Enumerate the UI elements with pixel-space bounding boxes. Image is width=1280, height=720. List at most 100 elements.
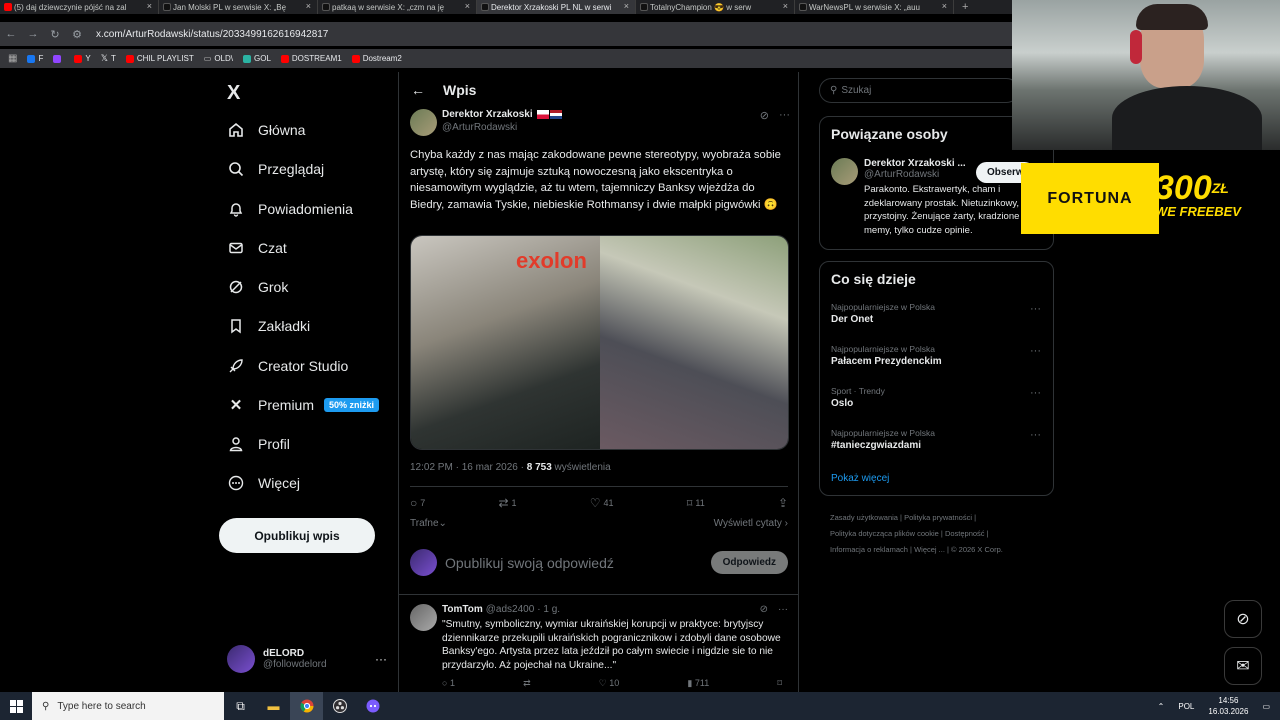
more-icon[interactable]: ··· bbox=[778, 604, 788, 615]
avatar[interactable] bbox=[410, 109, 437, 136]
sidebar-item-profile[interactable]: Profil bbox=[228, 436, 290, 452]
like-button[interactable]: ♡ 41 bbox=[590, 496, 614, 510]
reload-icon[interactable]: ↻ bbox=[44, 28, 66, 41]
x-logo-icon[interactable]: X bbox=[227, 82, 240, 105]
like-button[interactable]: ♡ 10 bbox=[599, 678, 620, 689]
sidebar-item-grok[interactable]: Grok bbox=[228, 279, 288, 295]
close-icon[interactable]: × bbox=[624, 1, 629, 11]
file-explorer-icon[interactable]: ▬ bbox=[257, 692, 290, 720]
reply-submit-button[interactable]: Odpowiedz bbox=[710, 551, 788, 574]
reply-post[interactable]: TomTom @ads2400 · 1 g. ⊘ ··· "Smutny, sy… bbox=[410, 604, 788, 689]
browser-tab[interactable]: patkaą w serwisie X: „czm na ję × bbox=[318, 0, 477, 14]
bookmark-item[interactable] bbox=[53, 54, 64, 63]
reply-author-name[interactable]: TomTom bbox=[442, 604, 483, 615]
trend-item[interactable]: Najpopularniejsze w Polska Pałacem Prezy… bbox=[831, 344, 1041, 367]
discord-icon[interactable] bbox=[356, 692, 389, 720]
back-icon[interactable]: ← bbox=[0, 28, 22, 40]
trend-item[interactable]: Najpopularniejsze w Polska #tanieczgwiaz… bbox=[831, 428, 1041, 451]
bookmark-item[interactable]: Dostream2 bbox=[351, 54, 402, 63]
more-icon[interactable]: ··· bbox=[375, 652, 387, 666]
show-more-link[interactable]: Pokaż więcej bbox=[831, 473, 889, 484]
url-field[interactable]: x.com/ArturRodawski/status/2033499162616… bbox=[96, 29, 328, 40]
close-icon[interactable]: × bbox=[783, 1, 788, 11]
reply-input[interactable]: Opublikuj swoją odpowiedź bbox=[445, 555, 711, 571]
views-button[interactable]: ▮ 711 bbox=[687, 678, 709, 689]
browser-tab-active[interactable]: Derektor Xrzakoski PL NL w serwi × bbox=[477, 0, 636, 14]
more-icon[interactable]: ··· bbox=[1030, 345, 1041, 357]
bookmark-item[interactable]: F bbox=[27, 54, 43, 63]
author-name[interactable]: Derektor Xrzakoski bbox=[442, 109, 760, 120]
more-icon[interactable]: ··· bbox=[1030, 303, 1041, 315]
reply-button[interactable]: ○ 1 bbox=[442, 678, 455, 689]
footer-link[interactable]: Dostępność bbox=[945, 529, 985, 538]
view-quotes-link[interactable]: Wyświetl cytaty › bbox=[714, 518, 788, 529]
trend-item[interactable]: Sport · Trendy Oslo bbox=[831, 386, 1041, 409]
bookmark-item[interactable]: GOL bbox=[243, 54, 271, 63]
reply-author-handle[interactable]: @ads2400 bbox=[486, 604, 535, 615]
sort-dropdown[interactable]: Trafne⌄ bbox=[410, 518, 447, 529]
sidebar-item-creator-studio[interactable]: Creator Studio bbox=[228, 358, 348, 374]
browser-tab[interactable]: TotalnyChampion 😎 w serw × bbox=[636, 0, 795, 14]
bookmark-item[interactable]: CHIL PLAYLIST bbox=[125, 54, 194, 63]
notifications-icon[interactable]: ▭ bbox=[1262, 702, 1270, 711]
chrome-icon[interactable] bbox=[290, 692, 323, 720]
windows-start-icon[interactable] bbox=[0, 699, 32, 713]
close-icon[interactable]: × bbox=[147, 1, 152, 11]
bookmark-button[interactable]: ⌑ 11 bbox=[687, 496, 705, 510]
grok-icon[interactable]: ⊘ bbox=[760, 604, 768, 615]
sidebar-item-more[interactable]: Więcej bbox=[228, 475, 300, 491]
repost-button[interactable]: ⇄ 1 bbox=[498, 496, 516, 510]
reply-button[interactable]: ○ 7 bbox=[410, 496, 425, 510]
footer-link[interactable]: Informacja o reklamach bbox=[830, 545, 908, 554]
site-info-icon[interactable]: ⚙ bbox=[66, 28, 88, 41]
obs-icon[interactable] bbox=[323, 692, 356, 720]
apps-grid-icon[interactable]: ▦ bbox=[8, 53, 17, 64]
more-icon[interactable]: ··· bbox=[1030, 387, 1041, 399]
clock[interactable]: 14:56 16.03.2026 bbox=[1208, 695, 1248, 717]
close-icon[interactable]: × bbox=[306, 1, 311, 11]
footer-link[interactable]: Więcej ... bbox=[914, 545, 945, 554]
more-icon[interactable]: ··· bbox=[1030, 429, 1041, 441]
repost-button[interactable]: ⇄ bbox=[523, 678, 531, 689]
taskbar-search-input[interactable]: ⚲ Type here to search bbox=[32, 692, 224, 720]
sidebar-item-bookmarks[interactable]: Zakładki bbox=[228, 318, 310, 334]
new-tab-icon[interactable]: + bbox=[962, 1, 968, 13]
task-view-icon[interactable]: ⧉ bbox=[224, 692, 257, 720]
grok-icon[interactable]: ⊘ bbox=[760, 109, 769, 136]
browser-tab[interactable]: Jan Molski PL w serwisie X: „Bę × bbox=[159, 0, 318, 14]
post-image[interactable]: exolon bbox=[410, 235, 789, 450]
sidebar-item-home[interactable]: Główna bbox=[228, 122, 305, 138]
bookmark-item[interactable]: 𝕏T bbox=[101, 53, 116, 64]
sidebar-item-chat[interactable]: Czat bbox=[228, 240, 287, 256]
browser-tab[interactable]: (5) daj dziewczynie pójść na zal × bbox=[0, 0, 159, 14]
footer-link[interactable]: Polityka dotycząca plików cookie bbox=[830, 529, 939, 538]
back-arrow-icon[interactable]: ← bbox=[411, 82, 425, 98]
share-button[interactable]: ⇪ bbox=[778, 496, 788, 510]
more-icon[interactable]: ··· bbox=[779, 109, 790, 136]
account-switcher[interactable]: dELORD @followdelord ··· bbox=[227, 645, 387, 673]
forward-icon[interactable]: → bbox=[22, 28, 44, 40]
repost-icon: ⇄ bbox=[498, 496, 509, 510]
bookmark-item[interactable]: ▭ OLD\ bbox=[204, 54, 233, 63]
close-icon[interactable]: × bbox=[942, 1, 947, 11]
messages-fab[interactable]: ✉ bbox=[1224, 647, 1262, 685]
publish-post-button[interactable]: Opublikuj wpis bbox=[219, 518, 375, 553]
author-handle[interactable]: @ArturRodawski bbox=[442, 122, 760, 133]
footer-link[interactable]: Zasady użytkowania bbox=[830, 513, 898, 522]
avatar[interactable] bbox=[410, 604, 437, 631]
sidebar-item-explore[interactable]: Przeglądaj bbox=[228, 161, 324, 177]
close-icon[interactable]: × bbox=[465, 1, 470, 11]
browser-tab[interactable]: WarNewsPL w serwisie X: „auu × bbox=[795, 0, 954, 14]
post-time[interactable]: 12:02 PM · 16 mar 2026 · bbox=[410, 462, 527, 473]
search-input[interactable]: ⚲ Szukaj bbox=[819, 78, 1019, 103]
bookmark-item[interactable]: DOSTREAM1 bbox=[280, 54, 342, 63]
trend-item[interactable]: Najpopularniejsze w Polska Der Onet bbox=[831, 302, 1041, 325]
chevron-up-icon[interactable]: ⌃ bbox=[1158, 702, 1165, 711]
bookmark-item[interactable]: Y bbox=[74, 54, 91, 63]
grok-fab[interactable]: ⊘ bbox=[1224, 600, 1262, 638]
sidebar-item-premium[interactable]: ✕ Premium 50% zniżki bbox=[228, 397, 380, 414]
footer-link[interactable]: Polityka prywatności bbox=[904, 513, 972, 522]
bookmark-icon[interactable]: ⌑ bbox=[777, 678, 782, 689]
language-indicator[interactable]: POL bbox=[1178, 702, 1194, 711]
sidebar-item-notifications[interactable]: Powiadomienia bbox=[228, 201, 353, 217]
